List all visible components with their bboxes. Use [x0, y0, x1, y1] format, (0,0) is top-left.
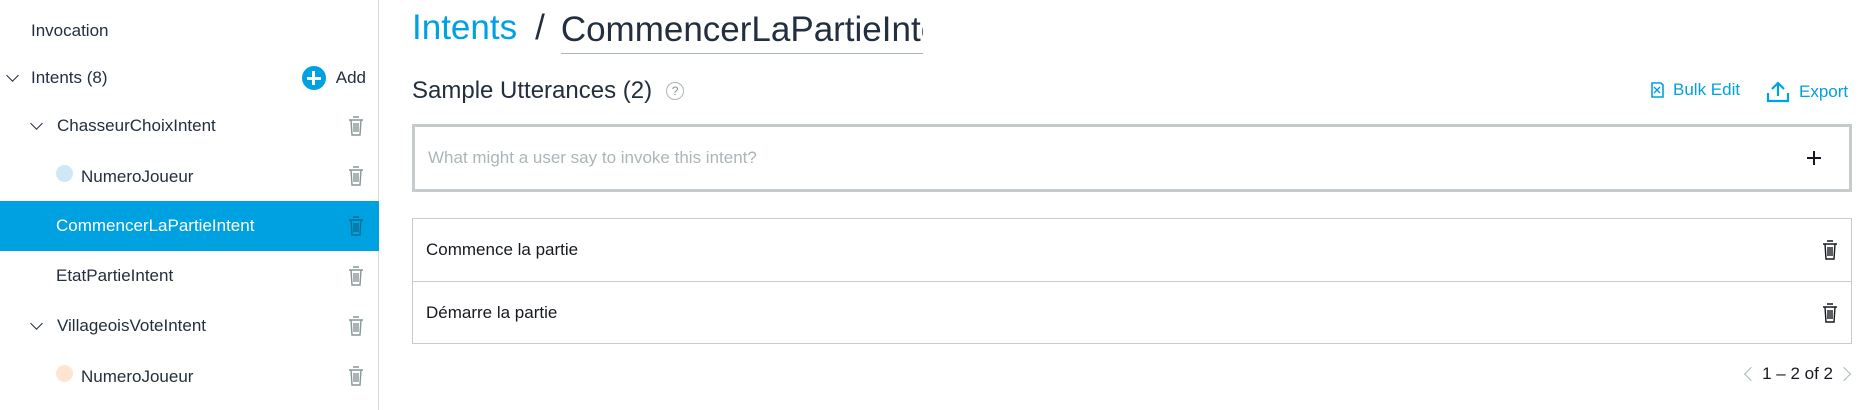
main-panel: Intents / Sample Utterances (2) ? Bulk E…	[380, 0, 1867, 410]
trash-icon[interactable]	[1821, 239, 1839, 261]
chevron-down-icon[interactable]	[6, 69, 19, 82]
list-item[interactable]: Commence la partie	[413, 219, 1851, 281]
app-root: Invocation Intents (8) Add ChasseurChoix…	[0, 0, 1867, 410]
sidebar-item-intent[interactable]: VillageoisVoteIntent	[0, 301, 379, 351]
breadcrumb-separator: /	[535, 8, 545, 47]
chevron-right-icon[interactable]	[1836, 366, 1852, 382]
sidebar-item-intent[interactable]: ChasseurChoixIntent	[0, 101, 379, 151]
sidebar-item-label: NumeroJoueur	[81, 167, 194, 186]
section-header: Sample Utterances (2) ?	[412, 77, 685, 105]
sidebar-item-label: EtatPartieIntent	[56, 266, 174, 285]
trash-icon[interactable]	[347, 215, 365, 237]
trash-icon[interactable]	[347, 365, 365, 387]
sidebar-item-slot[interactable]: NumeroJoueur	[0, 151, 379, 201]
plus-circle-icon	[301, 66, 326, 90]
breadcrumb: Intents /	[412, 6, 923, 56]
breadcrumb-intents-link[interactable]: Intents	[412, 6, 517, 50]
sidebar-item-label: Invocation	[31, 21, 109, 40]
list-item[interactable]: Démarre la partie	[413, 281, 1851, 343]
sidebar-item-intent-active[interactable]: CommencerLaPartieIntent	[0, 201, 379, 251]
upload-icon	[1766, 81, 1790, 103]
trash-icon[interactable]	[1821, 302, 1839, 324]
sidebar: Invocation Intents (8) Add ChasseurChoix…	[0, 0, 379, 410]
add-utterance-button[interactable]	[1793, 138, 1833, 178]
pagination-text: 1 – 2 of 2	[1762, 364, 1833, 383]
trash-icon[interactable]	[347, 165, 365, 187]
bulk-edit-label: Bulk Edit	[1673, 80, 1741, 99]
section-title: Sample Utterances (2)	[412, 77, 653, 104]
sidebar-item-intents[interactable]: Intents (8) Add	[0, 53, 379, 103]
slot-color-dot	[56, 365, 73, 382]
sidebar-item-label: NumeroJoueur	[81, 367, 194, 386]
add-intent-button[interactable]: Add	[301, 66, 366, 90]
slot-color-dot	[56, 165, 73, 182]
chevron-down-icon[interactable]	[30, 317, 43, 330]
trash-icon[interactable]	[347, 265, 365, 287]
utterance-text: Démarre la partie	[426, 302, 558, 322]
bulk-edit-icon	[1651, 82, 1664, 98]
utterance-text: Commence la partie	[426, 240, 579, 259]
sidebar-item-label: ChasseurChoixIntent	[57, 116, 216, 135]
utterance-list: Commence la partie Démarre la partie	[412, 218, 1852, 344]
sidebar-item-intent[interactable]: EtatPartieIntent	[0, 251, 379, 301]
intent-name-input[interactable]	[560, 6, 923, 54]
add-label: Add	[335, 68, 366, 87]
bulk-edit-button[interactable]: Bulk Edit	[1649, 80, 1740, 100]
chevron-down-icon[interactable]	[30, 117, 43, 130]
utterance-input[interactable]	[415, 127, 1793, 189]
sidebar-item-slot[interactable]: NumeroJoueur	[0, 351, 379, 401]
sidebar-item-label: VillageoisVoteIntent	[57, 316, 207, 335]
utterance-input-box	[412, 124, 1852, 192]
export-button[interactable]: Export	[1765, 80, 1848, 104]
sidebar-item-invocation[interactable]: Invocation	[0, 6, 379, 56]
export-label: Export	[1799, 82, 1849, 101]
pagination: 1 – 2 of 2	[1744, 364, 1852, 384]
help-icon[interactable]: ?	[666, 82, 685, 100]
trash-icon[interactable]	[347, 115, 365, 137]
trash-icon[interactable]	[347, 315, 365, 337]
sidebar-item-label: Intents (8)	[31, 68, 108, 87]
sidebar-item-label: CommencerLaPartieIntent	[56, 216, 255, 235]
chevron-left-icon[interactable]	[1744, 366, 1759, 382]
